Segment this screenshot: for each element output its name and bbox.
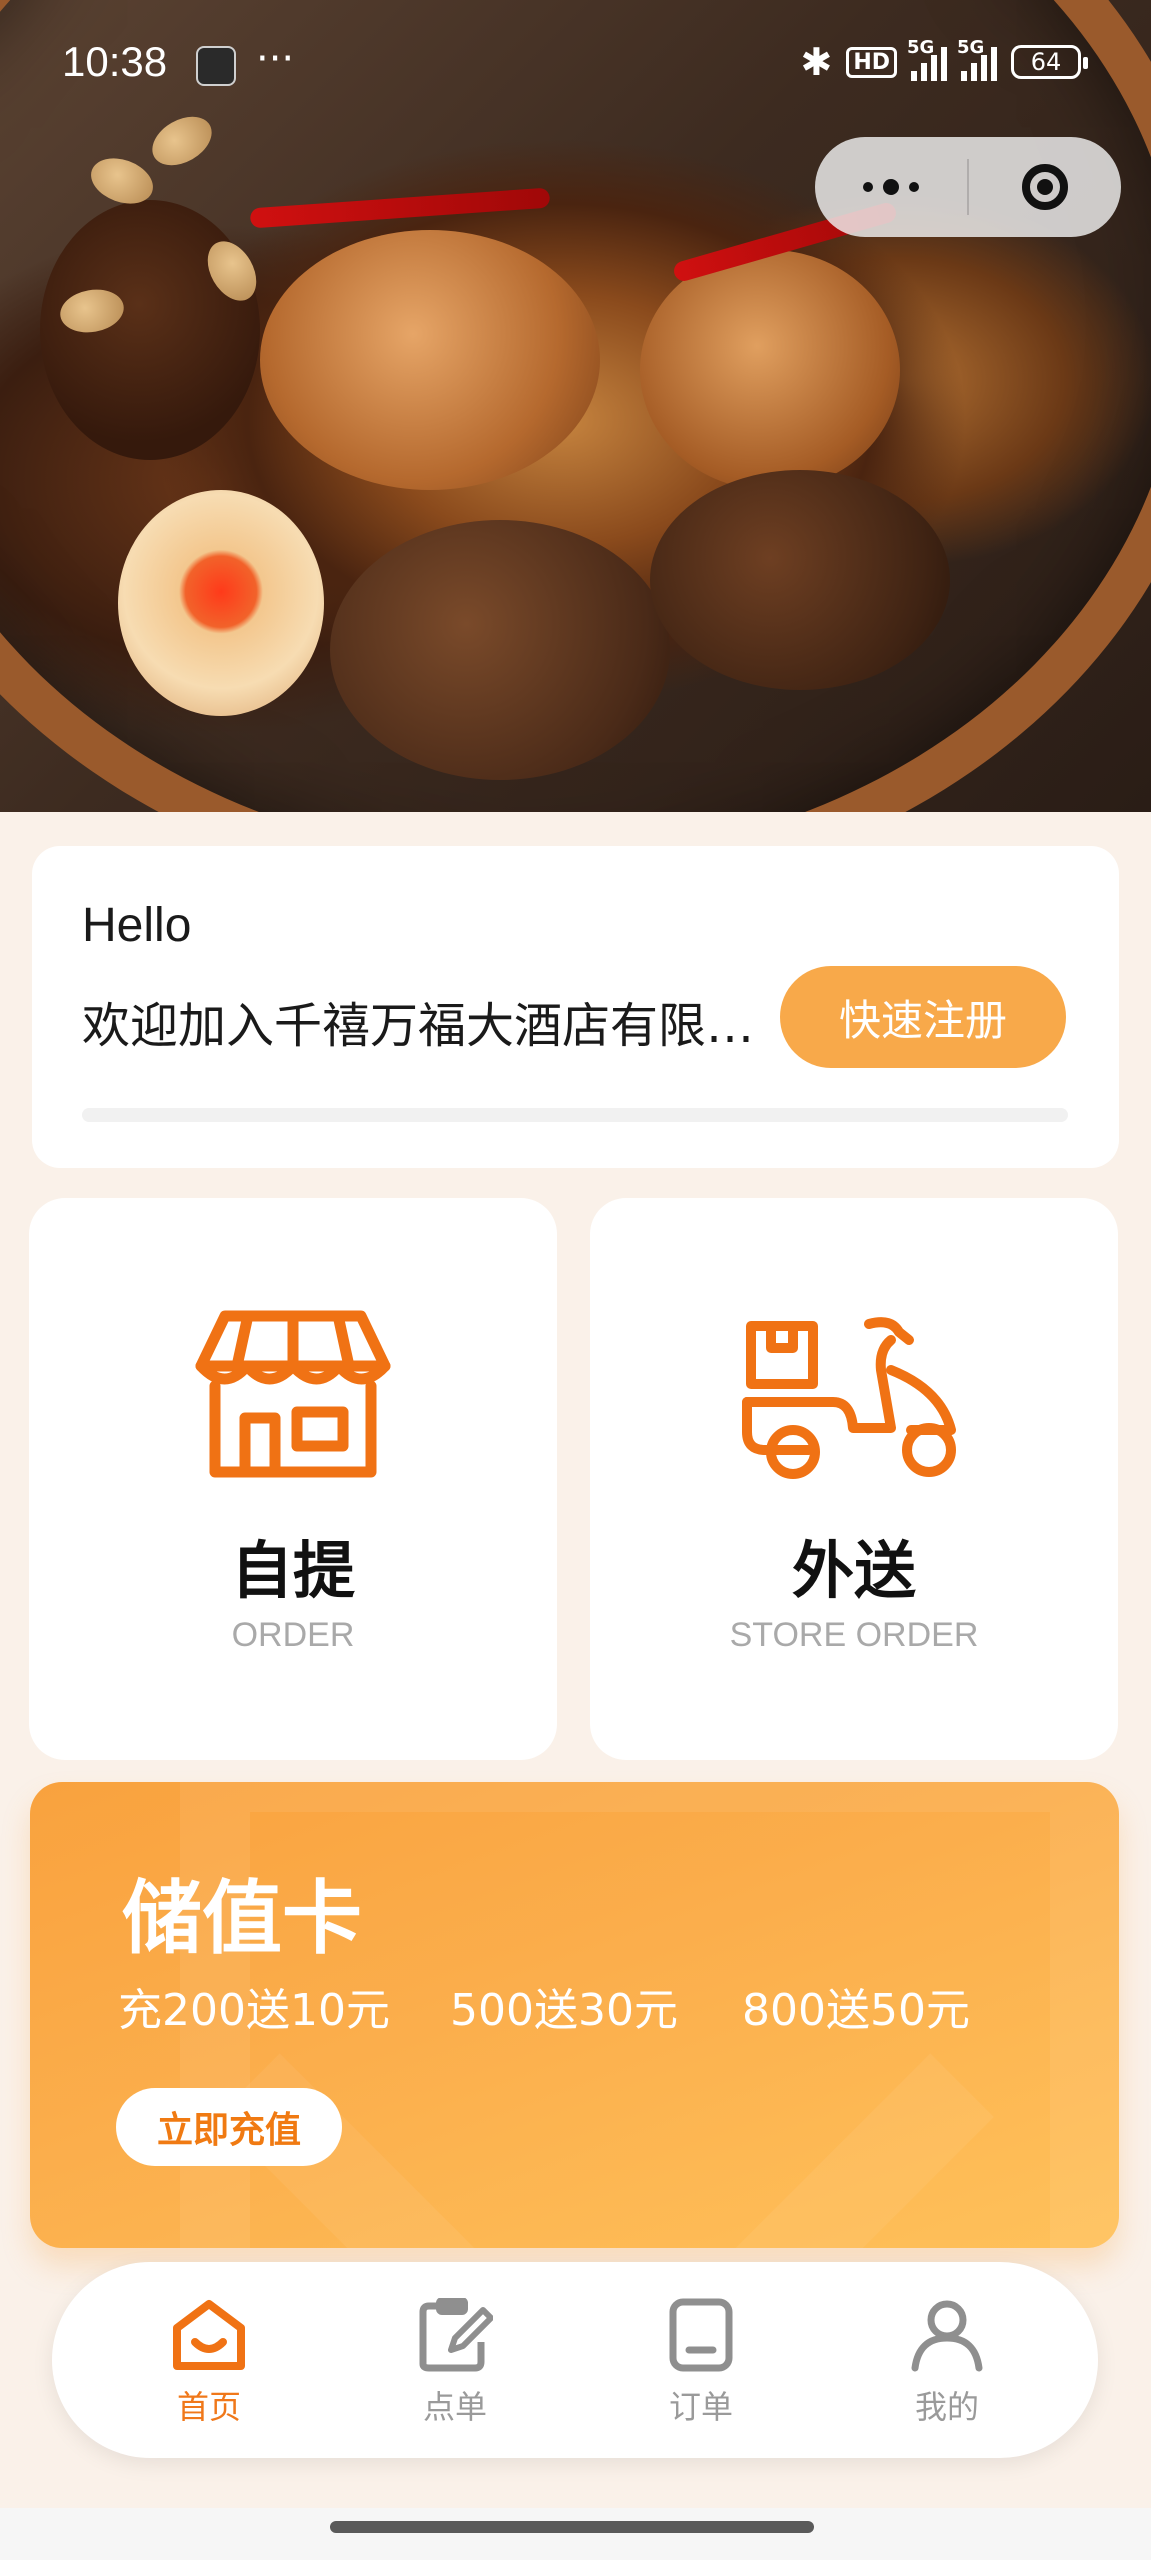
order-menu-icon	[417, 2297, 494, 2376]
recharge-offer: 充200送10元	[118, 1985, 390, 2036]
orders-icon	[663, 2298, 739, 2376]
home-icon	[171, 2298, 247, 2376]
pickup-tile[interactable]: 自提 ORDER	[29, 1198, 557, 1760]
tab-orders-label: 订单	[668, 2388, 733, 2426]
delivery-subtitle: STORE ORDER	[729, 1616, 979, 1654]
bottom-tab-bar: 首页 点单 订单 我的	[52, 2262, 1098, 2458]
welcome-card: Hello 欢迎加入千禧万福大酒店有限公司 快速注册	[32, 846, 1119, 1168]
more-options-icon[interactable]	[815, 137, 967, 237]
pickup-subtitle: ORDER	[231, 1616, 355, 1654]
signal-label: 5G	[907, 37, 935, 58]
miniprogram-capsule	[815, 137, 1121, 237]
signal-label: 5G	[957, 37, 985, 58]
tab-profile-label: 我的	[914, 2388, 979, 2426]
delivery-scooter-icon	[741, 1310, 967, 1486]
hd-badge: HD	[846, 46, 897, 78]
hero-banner-image	[0, 0, 1151, 812]
signal-icon: 5G	[907, 37, 947, 81]
signal-icon: 5G	[957, 37, 997, 81]
quick-register-button[interactable]: 快速注册	[780, 966, 1066, 1068]
braised-egg	[118, 490, 324, 716]
bluetooth-icon: ✱	[800, 40, 833, 84]
membership-progress-bar	[82, 1108, 1068, 1122]
profile-icon	[909, 2298, 985, 2376]
tab-home-label: 首页	[176, 2388, 241, 2426]
pickup-title: 自提	[230, 1534, 355, 1607]
status-bar: 10:38 ··· ✱ HD 5G 5G 64	[0, 30, 1151, 100]
delivery-tile[interactable]: 外送 STORE ORDER	[590, 1198, 1118, 1760]
tab-profile[interactable]: 我的	[867, 2298, 1027, 2428]
status-indicators: ✱ HD 5G 5G 64	[800, 37, 1088, 84]
recharge-offer: 800送50元	[742, 1985, 970, 2036]
close-miniprogram-button[interactable]	[969, 137, 1121, 237]
page: 10:38 ··· ✱ HD 5G 5G 64 Hello 欢迎加入千禧万福大酒…	[0, 0, 1151, 2560]
food-piece	[330, 520, 670, 780]
food-piece	[650, 470, 950, 690]
system-nav-area	[0, 2508, 1151, 2560]
store-icon	[195, 1308, 391, 1484]
status-time: 10:38	[62, 38, 168, 85]
battery-icon: 64	[1011, 45, 1088, 79]
food-piece	[640, 250, 900, 490]
food-piece	[260, 230, 600, 490]
recharge-offer: 500送30元	[450, 1985, 678, 2036]
battery-level: 64	[1030, 48, 1062, 76]
notification-app-icon	[196, 46, 236, 86]
tab-orders[interactable]: 订单	[621, 2298, 781, 2428]
greeting-text: Hello	[82, 899, 192, 952]
stored-value-card: 储值卡 充200送10元 500送30元 800送50元 立即充值	[30, 1782, 1119, 2248]
tab-home[interactable]: 首页	[129, 2298, 289, 2428]
delivery-title: 外送	[791, 1534, 916, 1607]
tab-order-menu[interactable]: 点单	[375, 2297, 535, 2428]
welcome-message: 欢迎加入千禧万福大酒店有限公司	[82, 998, 772, 1054]
stored-value-title: 储值卡	[122, 1872, 362, 1965]
target-circle-icon	[1022, 164, 1068, 210]
home-indicator[interactable]	[330, 2521, 814, 2533]
recharge-now-button[interactable]: 立即充值	[116, 2088, 342, 2166]
tab-order-menu-label: 点单	[422, 2388, 487, 2426]
more-notifications-icon: ···	[256, 36, 295, 82]
